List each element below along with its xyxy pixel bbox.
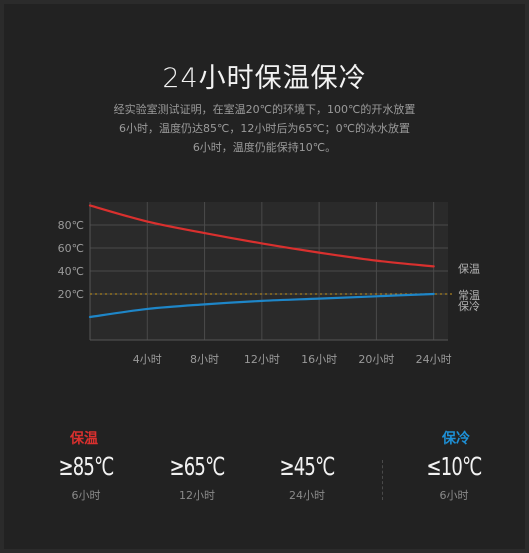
stat-value: ≥85℃ [58, 452, 115, 481]
x-tick-label: 8小时 [190, 353, 219, 366]
description-line: 6小时，温度仍能保持10℃。 [192, 141, 337, 154]
stat-value: ≥65℃ [169, 452, 226, 481]
stat-cold-6h: ≤10℃ 6小时 [409, 452, 499, 503]
stat-value: ≥45℃ [279, 452, 336, 481]
hot-label: 保温 [70, 431, 98, 447]
stat-hot-12h: ≥65℃ 12小时 [152, 452, 242, 503]
stat-hot-24h: ≥45℃ 24小时 [262, 452, 352, 503]
stat-duration: 12小时 [179, 489, 215, 502]
stat-hot-6h: ≥85℃ 6小时 [41, 452, 131, 503]
stat-duration: 6小时 [439, 489, 469, 502]
content-panel: 24小时保温保冷 经实验室测试证明，在室温20℃的环境下，100℃的开水放置 6… [4, 4, 525, 549]
x-tick-label: 4小时 [133, 353, 162, 366]
x-tick-label: 16小时 [301, 353, 337, 366]
stat-duration: 6小时 [71, 489, 101, 502]
series-label: 保冷 [458, 299, 480, 313]
y-tick-label: 40℃ [58, 265, 84, 278]
series-label: 保温 [458, 261, 480, 275]
page-title: 24小时保温保冷 [162, 63, 367, 94]
stat-value: ≤10℃ [426, 452, 483, 481]
temperature-chart: 80℃60℃40℃20℃4小时 8小时 12小时 16小时 20小时 24小时保温常温保冷 [58, 202, 480, 366]
description-line: 6小时，温度仍达85℃，12小时后为65℃；0℃的冰水放置 [118, 122, 411, 135]
y-tick-label: 80℃ [58, 219, 84, 232]
stat-duration: 24小时 [289, 489, 325, 502]
y-tick-label: 20℃ [58, 288, 84, 301]
page: 24小时保温保冷 经实验室测试证明，在室温20℃的环境下，100℃的开水放置 6… [0, 0, 529, 553]
x-tick-label: 12小时 [244, 353, 280, 366]
description: 经实验室测试证明，在室温20℃的环境下，100℃的开水放置 6小时，温度仍达85… [4, 100, 525, 157]
divider [382, 460, 383, 500]
y-tick-label: 60℃ [58, 242, 84, 255]
cold-label: 保冷 [442, 431, 470, 447]
x-tick-label: 20小时 [358, 353, 394, 366]
description-line: 经实验室测试证明，在室温20℃的环境下，100℃的开水放置 [113, 103, 416, 116]
x-tick-label: 24小时 [416, 353, 452, 366]
